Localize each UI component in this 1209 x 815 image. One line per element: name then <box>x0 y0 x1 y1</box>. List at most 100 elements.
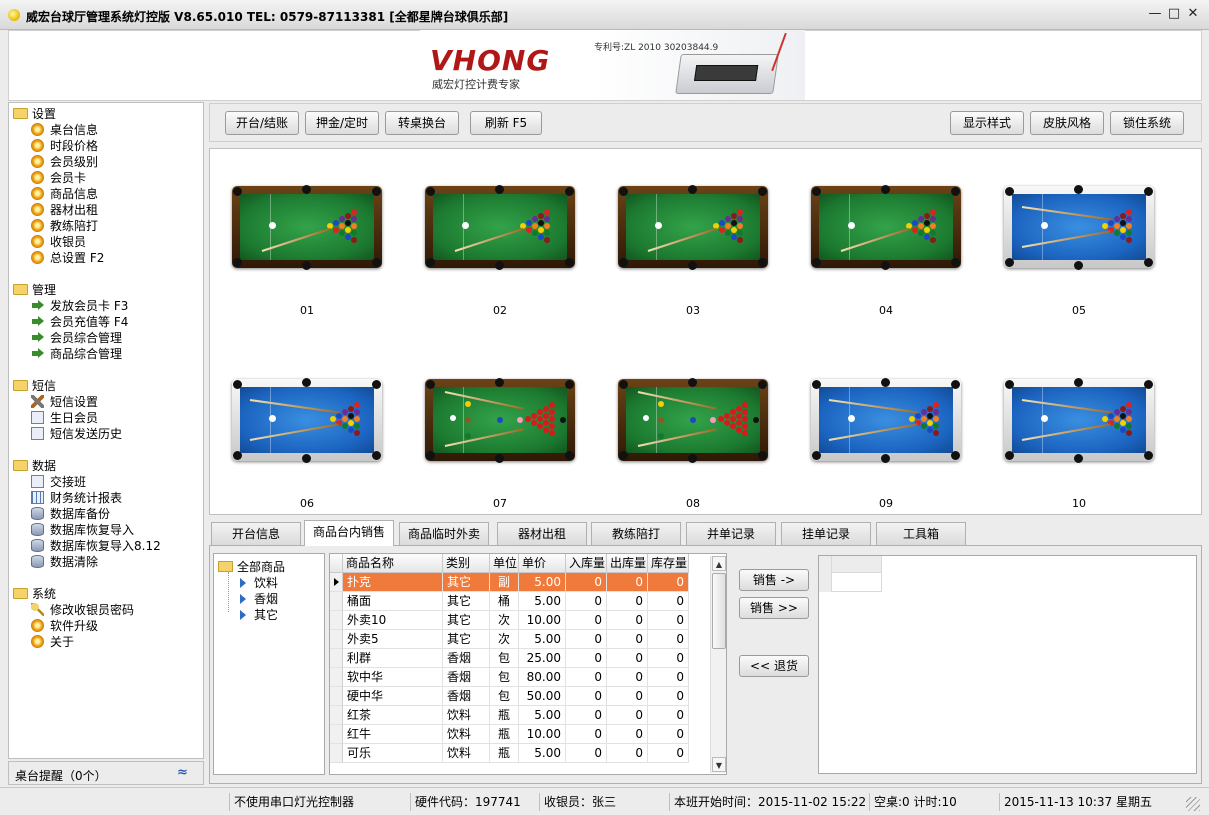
return-goods-button[interactable]: << 退货 <box>739 655 809 677</box>
column-header[interactable]: 单位 <box>490 554 519 573</box>
transfer-table-button[interactable]: 转桌换台 <box>385 111 459 135</box>
skin-style-button[interactable]: 皮肤风格 <box>1030 111 1104 135</box>
sidebar-item[interactable]: 教练陪打 <box>31 218 98 234</box>
sidebar-item[interactable]: 修改收银员密码 <box>31 602 134 618</box>
tab-5[interactable]: 并单记录 <box>686 522 776 546</box>
sidebar-item[interactable]: 商品信息 <box>31 186 98 202</box>
sidebar-group[interactable]: 数据 <box>13 457 56 474</box>
goods-scrollbar[interactable]: ▲ ▼ <box>710 556 726 773</box>
collapse-up-icon[interactable]: ≈ <box>177 765 188 780</box>
billiard-table[interactable] <box>811 378 961 463</box>
column-header[interactable]: 库存量 <box>648 554 689 573</box>
billiard-table[interactable] <box>232 185 382 270</box>
maximize-button[interactable]: □ <box>1167 6 1181 22</box>
tab-6[interactable]: 挂单记录 <box>781 522 871 546</box>
tree-item-drinks[interactable]: 饮料 <box>240 574 278 591</box>
open-checkout-button[interactable]: 开台/结账 <box>225 111 299 135</box>
sidebar-item[interactable]: 短信设置 <box>31 394 98 410</box>
table-row[interactable]: 桶面 其它桶 5.00 0 0 0 <box>330 592 711 611</box>
sidebar-item[interactable]: 发放会员卡 F3 <box>31 298 128 314</box>
table-row[interactable]: 扑克 其它副 5.00 0 0 0 <box>330 573 711 592</box>
deposit-timer-button[interactable]: 押金/定时 <box>305 111 379 135</box>
sidebar-item[interactable]: 会员充值等 F4 <box>31 314 128 330</box>
refresh-button[interactable]: 刷新 F5 <box>470 111 542 135</box>
sidebar-item[interactable]: 交接班 <box>31 474 86 490</box>
billiard-table[interactable] <box>425 185 575 270</box>
table-row[interactable]: 外卖10 其它次 10.00 0 0 0 <box>330 611 711 630</box>
scroll-up-icon[interactable]: ▲ <box>712 556 726 571</box>
sidebar-item[interactable]: 短信发送历史 <box>31 426 122 442</box>
sidebar-item-label: 数据库恢复导入 <box>50 523 135 537</box>
billiard-table[interactable] <box>618 378 768 463</box>
tab-3[interactable]: 器材出租 <box>497 522 587 546</box>
table-row[interactable]: 可乐 饮料瓶 5.00 0 0 0 <box>330 744 711 763</box>
minimize-button[interactable]: — <box>1148 6 1162 22</box>
table-cell: 5.00 <box>519 573 566 592</box>
billiard-table[interactable] <box>425 378 575 463</box>
tree-item-cigarettes[interactable]: 香烟 <box>240 590 278 607</box>
sell-many-button[interactable]: 销售 >> <box>739 597 809 619</box>
order-list-indicator <box>819 556 832 592</box>
table-reminder-bar[interactable]: 桌台提醒（0个） ≈ <box>8 761 204 785</box>
triangle-icon <box>240 578 246 588</box>
scroll-down-icon[interactable]: ▼ <box>712 757 726 772</box>
resize-grip-icon[interactable] <box>1186 797 1200 811</box>
sidebar-group[interactable]: 系统 <box>13 585 56 602</box>
table-row[interactable]: 利群 香烟包 25.00 0 0 0 <box>330 649 711 668</box>
sidebar-item[interactable]: 会员级别 <box>31 154 98 170</box>
close-button[interactable]: ✕ <box>1186 6 1200 22</box>
app-icon <box>8 9 20 21</box>
sidebar-item[interactable]: 桌台信息 <box>31 122 98 138</box>
column-header[interactable]: 类别 <box>443 554 490 573</box>
sidebar-item[interactable]: 数据清除 <box>31 554 98 570</box>
billiard-table[interactable] <box>618 185 768 270</box>
tab-0[interactable]: 开台信息 <box>211 522 301 546</box>
sidebar-item-label: 短信发送历史 <box>50 427 123 441</box>
sidebar-item[interactable]: 财务统计报表 <box>31 490 122 506</box>
tab-7[interactable]: 工具箱 <box>876 522 966 546</box>
sidebar-item[interactable]: 收银员 <box>31 234 86 250</box>
sidebar-group[interactable]: 设置 <box>13 105 56 122</box>
lock-system-button[interactable]: 锁住系统 <box>1110 111 1184 135</box>
table-row[interactable]: 红茶 饮料瓶 5.00 0 0 0 <box>330 706 711 725</box>
table-row[interactable]: 软中华 香烟包 80.00 0 0 0 <box>330 668 711 687</box>
table-row[interactable]: 外卖5 其它次 5.00 0 0 0 <box>330 630 711 649</box>
scroll-thumb[interactable] <box>712 573 726 649</box>
sidebar-item-label: 时段价格 <box>50 139 99 153</box>
display-style-button[interactable]: 显示样式 <box>950 111 1024 135</box>
sidebar-item[interactable]: 软件升级 <box>31 618 98 634</box>
sidebar-item[interactable]: 数据库恢复导入8.12 <box>31 538 161 554</box>
sidebar-group[interactable]: 管理 <box>13 281 56 298</box>
sidebar-item[interactable]: 商品综合管理 <box>31 346 122 362</box>
sidebar-item[interactable]: 数据库恢复导入 <box>31 522 134 538</box>
tab-1[interactable]: 商品台内销售 <box>304 520 394 546</box>
tab-4[interactable]: 教练陪打 <box>591 522 681 546</box>
sidebar-item[interactable]: 时段价格 <box>31 138 98 154</box>
sidebar-item[interactable]: 器材出租 <box>31 202 98 218</box>
table-cell: 5.00 <box>519 706 566 725</box>
table-row[interactable]: 红牛 饮料瓶 10.00 0 0 0 <box>330 725 711 744</box>
column-header[interactable]: 出库量 <box>607 554 648 573</box>
sidebar-group[interactable]: 短信 <box>13 377 56 394</box>
billiard-table[interactable] <box>1004 185 1154 270</box>
sidebar-item[interactable]: 关于 <box>31 634 74 650</box>
table-cell: 50.00 <box>519 687 566 706</box>
billiard-table[interactable] <box>811 185 961 270</box>
table-row[interactable]: 硬中华 香烟包 50.00 0 0 0 <box>330 687 711 706</box>
tree-item-others[interactable]: 其它 <box>240 606 278 623</box>
billiard-table[interactable] <box>1004 378 1154 463</box>
sidebar-item[interactable]: 生日会员 <box>31 410 98 426</box>
column-header[interactable]: 单价 <box>519 554 566 573</box>
sidebar-item[interactable]: 数据库备份 <box>31 506 110 522</box>
billiard-table[interactable] <box>232 378 382 463</box>
column-header[interactable]: 入库量 <box>566 554 607 573</box>
order-list[interactable] <box>818 555 1197 774</box>
sidebar-item[interactable]: 会员卡 <box>31 170 86 186</box>
table-cell: 瓶 <box>490 725 519 744</box>
column-header[interactable]: 商品名称 <box>343 554 443 573</box>
table-cell: 副 <box>490 573 519 592</box>
sidebar-item[interactable]: 会员综合管理 <box>31 330 122 346</box>
sidebar-item[interactable]: 总设置 F2 <box>31 250 104 266</box>
sell-one-button[interactable]: 销售 -> <box>739 569 809 591</box>
tab-2[interactable]: 商品临时外卖 <box>399 522 489 546</box>
